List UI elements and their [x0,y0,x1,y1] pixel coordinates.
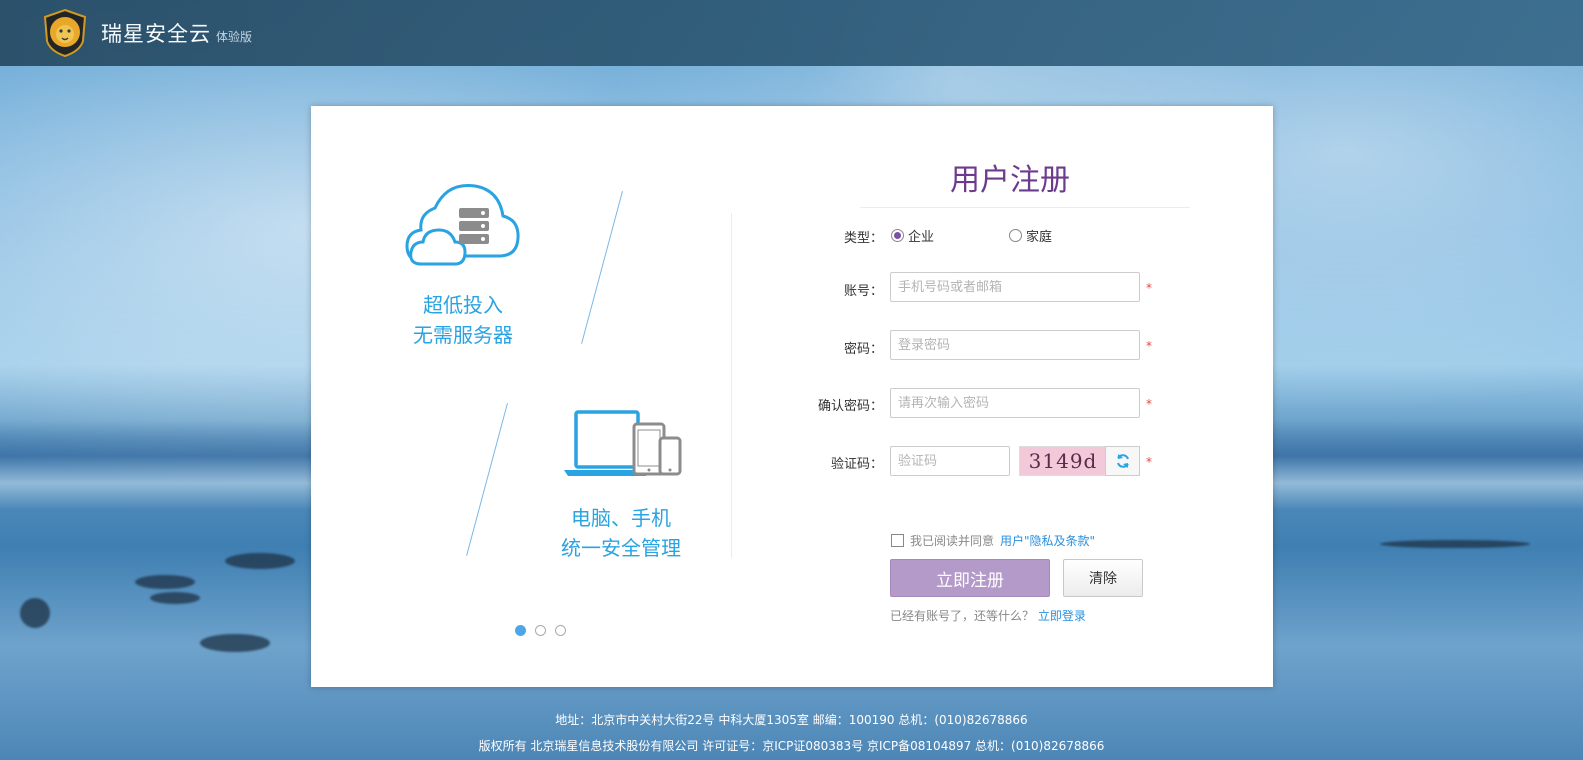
required-mark: * [1146,397,1152,411]
captcha-image[interactable]: 3149d [1019,446,1106,476]
radio-checked-icon[interactable] [891,229,904,242]
background-rock [225,553,295,569]
background-rock [200,634,270,652]
privacy-terms-link[interactable]: 用户"隐私及条款" [1000,532,1095,549]
feature-line: 电脑、手机 [571,506,671,530]
register-button[interactable]: 立即注册 [890,559,1050,597]
confirm-password-input[interactable] [890,388,1140,418]
login-hint: 已经有账号了，还等什么？ 立即登录 [890,607,1086,624]
feature-devices-text: 电脑、手机 统一安全管理 [521,503,721,563]
refresh-icon [1116,454,1129,468]
feature-low-cost-text: 超低投入 无需服务器 [363,290,563,350]
background-rock [20,598,50,628]
type-enterprise-radio[interactable]: 企业 [891,226,934,245]
type-label: 类型： [843,231,883,246]
agree-text: 我已阅读并同意 [910,534,995,548]
captcha-input[interactable] [890,446,1010,476]
refresh-captcha-button[interactable] [1105,446,1140,476]
cloud-server-icon [405,183,520,266]
card-divider [731,213,732,558]
feature-line: 超低投入 [423,293,503,317]
carousel-dot-3[interactable] [555,625,566,636]
background-rock [150,592,200,604]
background-rock [1380,540,1530,548]
type-option-label: 家庭 [1026,230,1053,245]
footer-copyright: 版权所有 北京瑞星信息技术股份有限公司 许可证号：京ICP证080383号 京I… [478,739,1105,753]
lion-logo-icon[interactable] [42,8,88,58]
carousel-dot-1[interactable] [515,625,526,636]
title-underline [860,207,1190,208]
carousel-dot-2[interactable] [535,625,546,636]
devices-icon [564,410,682,476]
account-label: 账号： [843,284,883,299]
brand-name: 瑞星安全云 [101,22,211,46]
footer-address: 地址：北京市中关村大街22号 中科大厦1305室 邮编：100190 总机：(0… [555,713,1028,727]
login-link[interactable]: 立即登录 [1038,609,1086,623]
edition-label: 体验版 [216,30,253,44]
clear-button[interactable]: 清除 [1063,559,1143,597]
password-input[interactable] [890,330,1140,360]
agree-checkbox[interactable] [891,534,904,547]
required-mark: * [1146,339,1152,353]
feature-line: 无需服务器 [413,323,513,347]
top-header: 瑞星安全云 体验版 [0,0,1583,66]
feature-line: 统一安全管理 [561,536,681,560]
captcha-label: 验证码： [830,457,883,472]
agreement-row: 我已阅读并同意 用户"隐私及条款" [891,532,1095,549]
type-family-radio[interactable]: 家庭 [1009,226,1052,245]
account-input[interactable] [890,272,1140,302]
required-mark: * [1146,455,1152,469]
login-hint-text: 已经有账号了，还等什么？ [890,609,1035,623]
form-title: 用户注册 [950,163,1070,198]
background-rock [135,575,195,589]
radio-unchecked-icon[interactable] [1009,229,1022,242]
carousel-pagination [515,625,566,636]
password-label: 密码： [843,342,883,357]
required-mark: * [1146,281,1152,295]
type-option-label: 企业 [908,230,935,245]
confirm-password-label: 确认密码： [817,399,883,414]
